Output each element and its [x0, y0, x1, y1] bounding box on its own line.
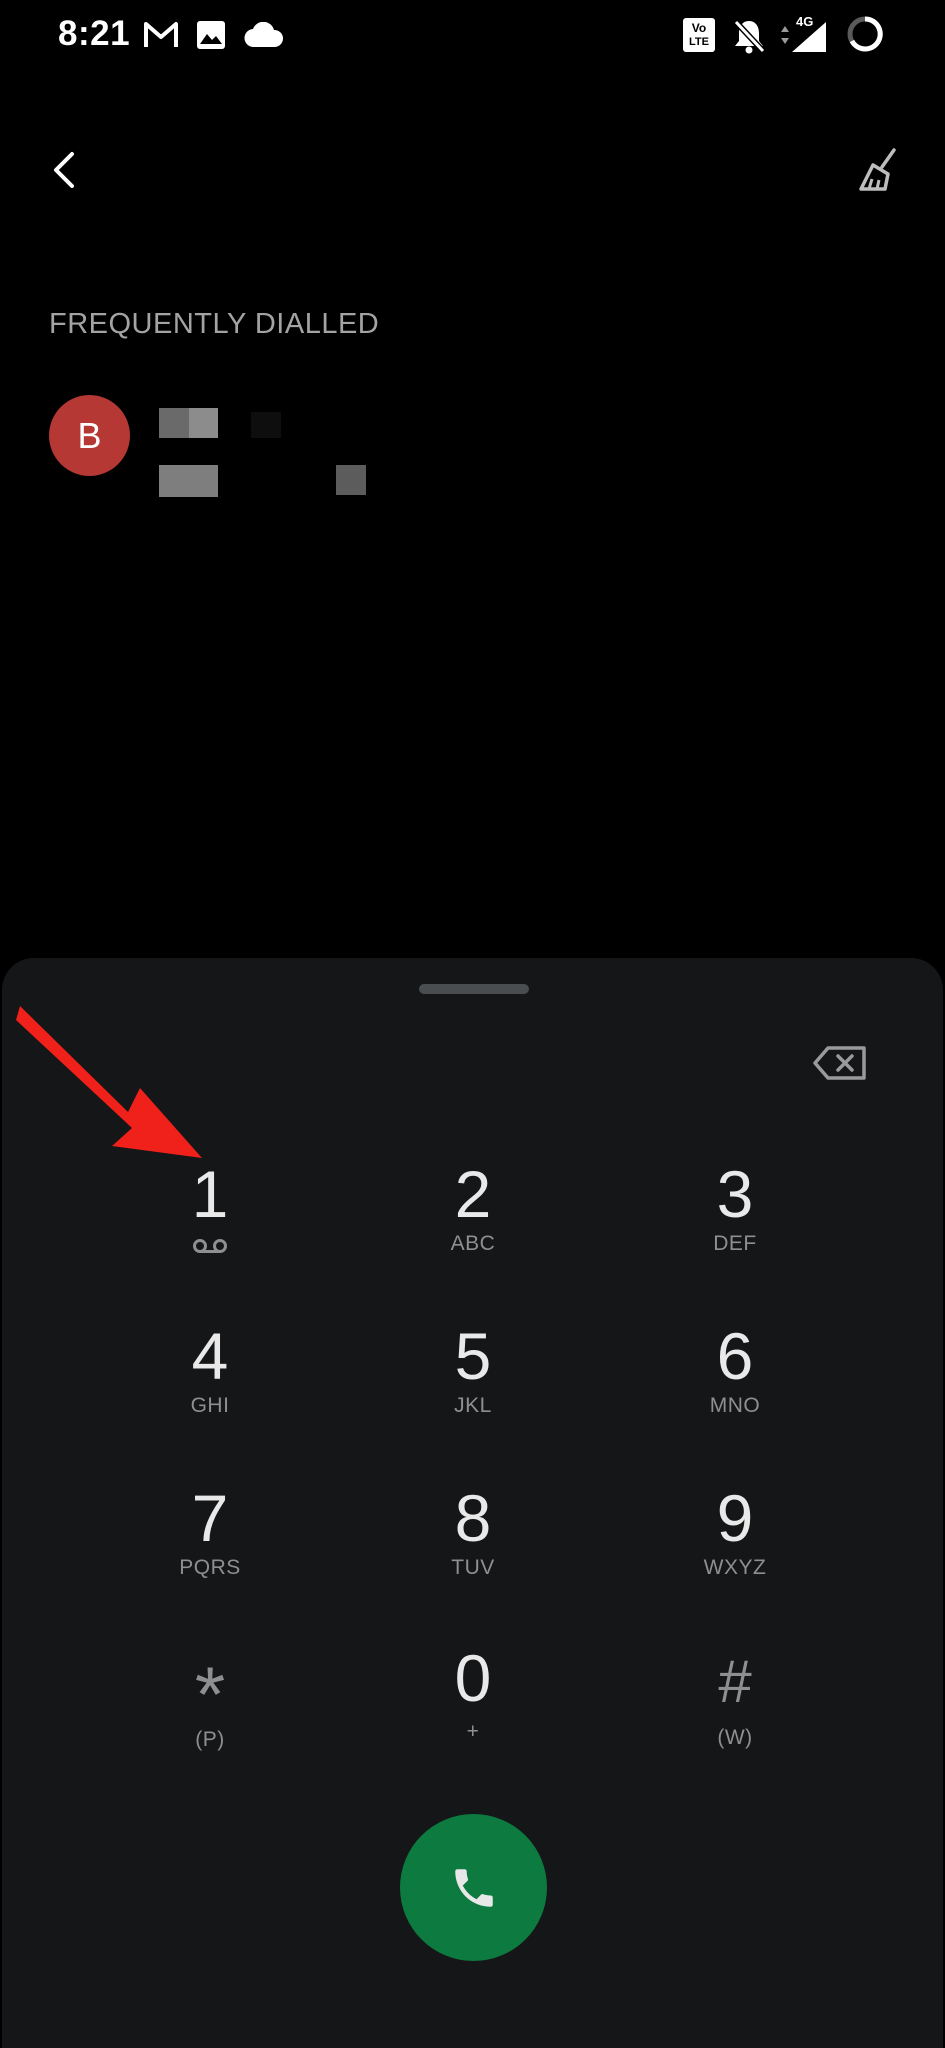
key-letters: MNO [709, 1394, 761, 1417]
key-letters: (W) [717, 1726, 753, 1749]
key-star[interactable]: * (P) [110, 1646, 310, 1776]
key-digit: 1 [191, 1157, 229, 1231]
status-bar: 8:21 Vo LTE 4G [0, 0, 945, 70]
battery-ring-icon [847, 16, 883, 52]
broom-icon [859, 148, 896, 191]
backspace-icon [813, 1046, 866, 1080]
volte-top-label: Vo [691, 21, 707, 35]
avatar-initial: B [77, 414, 102, 456]
volte-icon: Vo LTE [683, 18, 715, 52]
key-digit: 0 [454, 1641, 492, 1715]
drag-handle[interactable] [419, 984, 529, 994]
status-time: 8:21 [58, 14, 131, 53]
call-button[interactable] [400, 1814, 547, 1961]
voicemail-icon [193, 1239, 227, 1253]
key-hash[interactable]: # (W) [635, 1642, 835, 1772]
key-9[interactable]: 9 WXYZ [635, 1478, 835, 1608]
key-6[interactable]: 6 MNO [635, 1316, 835, 1446]
key-4[interactable]: 4 GHI [110, 1316, 310, 1446]
key-letters: TUV [451, 1556, 495, 1579]
redacted-name [159, 408, 285, 438]
redacted-number [159, 465, 369, 497]
key-digit: 8 [454, 1481, 492, 1555]
key-digit: 2 [454, 1157, 492, 1231]
key-0[interactable]: 0 + [373, 1638, 573, 1768]
key-digit: 5 [454, 1319, 492, 1393]
key-1[interactable]: 1 [110, 1154, 310, 1284]
key-letters: JKL [454, 1394, 492, 1417]
back-button[interactable] [36, 138, 92, 202]
key-digit: 6 [716, 1319, 754, 1393]
frequent-contact-row[interactable]: B [40, 388, 900, 497]
key-digit: 7 [191, 1481, 229, 1555]
dialpad-sheet: 1 2 ABC 3 DEF 4 GHI 5 JKL 6 MNO 7 PQRS 8… [2, 958, 943, 2048]
key-letters: DEF [713, 1232, 757, 1255]
key-digit: 4 [191, 1319, 229, 1393]
4g-signal-icon: 4G [778, 14, 830, 54]
cloud-icon [244, 22, 283, 48]
key-letters: (P) [195, 1728, 225, 1751]
key-7[interactable]: 7 PQRS [110, 1478, 310, 1608]
key-2[interactable]: 2 ABC [373, 1154, 573, 1284]
phone-icon [454, 1868, 493, 1907]
frequently-dialled-title: FREQUENTLY DIALLED [49, 308, 380, 340]
mute-bell-icon [733, 19, 766, 54]
clear-frequents-button[interactable] [850, 140, 910, 200]
key-5[interactable]: 5 JKL [373, 1316, 573, 1446]
backspace-button[interactable] [810, 1040, 870, 1086]
gmail-icon [144, 22, 178, 47]
avatar: B [49, 395, 130, 476]
key-3[interactable]: 3 DEF [635, 1154, 835, 1284]
key-letters: GHI [190, 1394, 230, 1417]
key-digit: 9 [716, 1481, 754, 1555]
gallery-icon [197, 21, 225, 49]
key-8[interactable]: 8 TUV [373, 1478, 573, 1608]
volte-bottom-label: LTE [689, 36, 709, 48]
key-letters: + [466, 1720, 480, 1743]
chevron-left-icon [54, 152, 74, 188]
key-letters: ABC [450, 1232, 496, 1255]
key-digit: # [718, 1648, 752, 1715]
key-letters: WXYZ [703, 1556, 767, 1579]
key-letters: PQRS [179, 1556, 241, 1579]
key-digit: 3 [716, 1157, 754, 1231]
